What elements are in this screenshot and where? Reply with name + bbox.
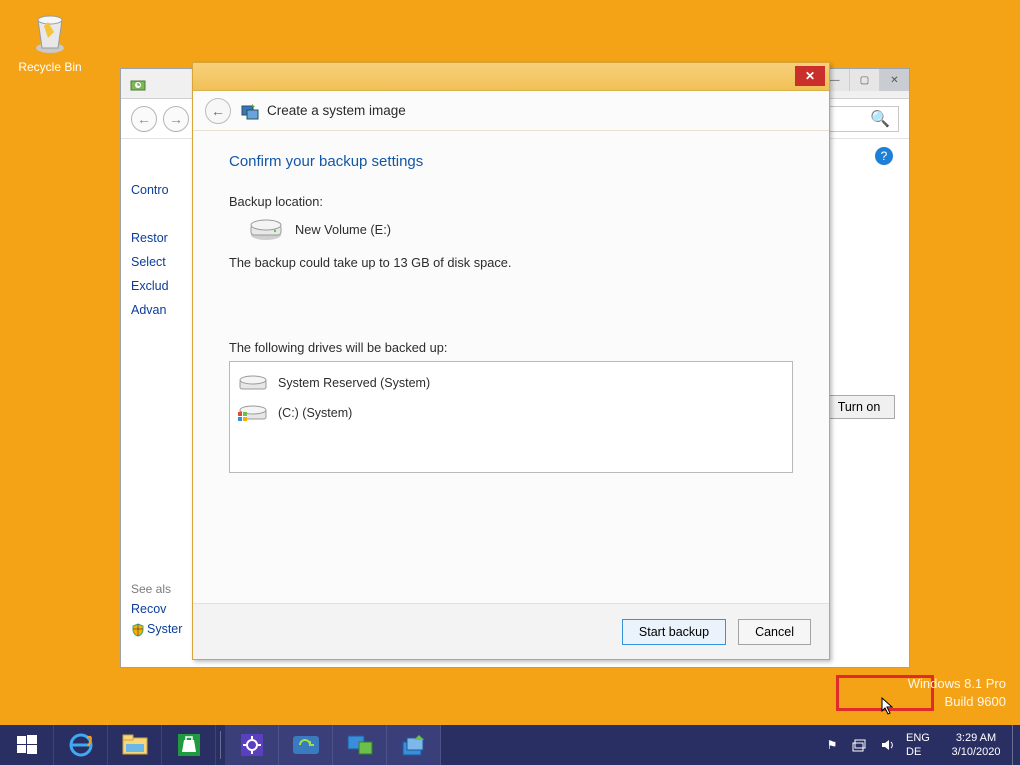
backup-icon	[399, 732, 429, 758]
taskbar-clock[interactable]: 3:29 AM 3/10/2020	[944, 731, 1008, 759]
taskbar-app-explorer[interactable]	[108, 725, 162, 765]
see-also-link[interactable]: Recov	[131, 602, 182, 616]
backup-location-label: Backup location:	[229, 194, 793, 209]
store-icon	[176, 732, 202, 758]
drives-label: The following drives will be backed up:	[229, 340, 793, 355]
watermark-line2: Build 9600	[908, 693, 1006, 711]
taskbar-app-backup[interactable]	[387, 725, 441, 765]
lang-line2: DE	[906, 745, 940, 759]
bg-nav-back-button[interactable]: ←	[131, 106, 157, 132]
hard-drive-icon	[249, 217, 283, 241]
sync-icon	[291, 732, 321, 758]
see-also-link[interactable]: Syster	[131, 622, 182, 637]
recycle-bin-icon	[26, 8, 74, 56]
wizard-content: Confirm your backup settings Backup loca…	[193, 131, 829, 473]
tray-volume-icon[interactable]	[878, 725, 898, 765]
taskbar-app-transfer[interactable]	[279, 725, 333, 765]
gear-icon	[239, 732, 265, 758]
wizard-footer: Start backup Cancel	[193, 603, 829, 659]
tray-network-icon[interactable]	[850, 725, 870, 765]
clock-time: 3:29 AM	[944, 731, 1008, 745]
mouse-cursor-icon	[881, 697, 897, 717]
drive-list: System Reserved (System) (C:) (System)	[229, 361, 793, 473]
lang-line1: ENG	[906, 731, 940, 745]
drive-item: (C:) (System)	[238, 398, 784, 428]
bg-nav-forward-button[interactable]: →	[163, 106, 189, 132]
taskbar-app-store[interactable]	[162, 725, 216, 765]
disk-space-note: The backup could take up to 13 GB of dis…	[229, 255, 793, 270]
windows-logo-icon	[15, 733, 39, 757]
wizard-close-button[interactable]: ✕	[795, 66, 825, 86]
see-also-header: See als	[131, 582, 182, 596]
bg-sidebar: Contro Restor Select Exclud Advan See al…	[121, 139, 189, 667]
clock-date: 3/10/2020	[944, 745, 1008, 759]
turn-on-button[interactable]: Turn on	[823, 395, 895, 419]
hard-drive-icon	[238, 372, 268, 394]
wizard-heading: Confirm your backup settings	[229, 153, 793, 170]
drive-item-label: (C:) (System)	[278, 406, 352, 420]
show-desktop-button[interactable]	[1012, 725, 1020, 765]
sidebar-item[interactable]: Select	[131, 255, 189, 269]
drive-item: System Reserved (System)	[238, 368, 784, 398]
wizard-title: Create a system image	[267, 103, 406, 118]
backup-location-value: New Volume (E:)	[295, 222, 391, 237]
sidebar-item[interactable]: Restor	[131, 231, 189, 245]
bg-title-icon	[129, 75, 147, 93]
drive-item-label: System Reserved (System)	[278, 376, 430, 390]
wizard-titlebar[interactable]: ✕	[193, 63, 829, 91]
tray-flag-icon[interactable]: ⚑	[822, 725, 842, 765]
create-system-image-wizard: ✕ ← Create a system image Confirm your b…	[192, 62, 830, 660]
taskbar-app-settings[interactable]	[225, 725, 279, 765]
watermark-line1: Windows 8.1 Pro	[908, 675, 1006, 693]
taskbar-app-control-panel[interactable]	[333, 725, 387, 765]
search-icon: 🔍	[870, 109, 890, 129]
system-drive-icon	[238, 402, 268, 424]
language-indicator[interactable]: ENG DE	[906, 731, 940, 759]
bg-close-button[interactable]: ✕	[879, 69, 909, 91]
sidebar-item[interactable]: Advan	[131, 303, 189, 317]
system-image-icon	[241, 102, 259, 120]
start-backup-button[interactable]: Start backup	[622, 619, 726, 645]
desktop-icon-recycle-bin[interactable]: Recycle Bin	[12, 8, 88, 74]
file-explorer-icon	[122, 734, 148, 756]
wizard-header: ← Create a system image	[193, 91, 829, 131]
cancel-button[interactable]: Cancel	[738, 619, 811, 645]
ie-icon	[68, 732, 94, 758]
desktop-icon-label: Recycle Bin	[12, 60, 88, 74]
sidebar-item[interactable]: Exclud	[131, 279, 189, 293]
taskbar: ⚑ ENG DE 3:29 AM 3/10/2020	[0, 725, 1020, 765]
control-panel-icon	[345, 732, 375, 758]
sidebar-item[interactable]: Contro	[131, 183, 189, 197]
bg-maximize-button[interactable]: ▢	[849, 69, 879, 91]
taskbar-app-ie[interactable]	[54, 725, 108, 765]
wizard-back-button[interactable]: ←	[205, 98, 231, 124]
windows-watermark: Windows 8.1 Pro Build 9600	[908, 675, 1006, 711]
start-button[interactable]	[0, 725, 54, 765]
shield-icon	[131, 623, 145, 637]
